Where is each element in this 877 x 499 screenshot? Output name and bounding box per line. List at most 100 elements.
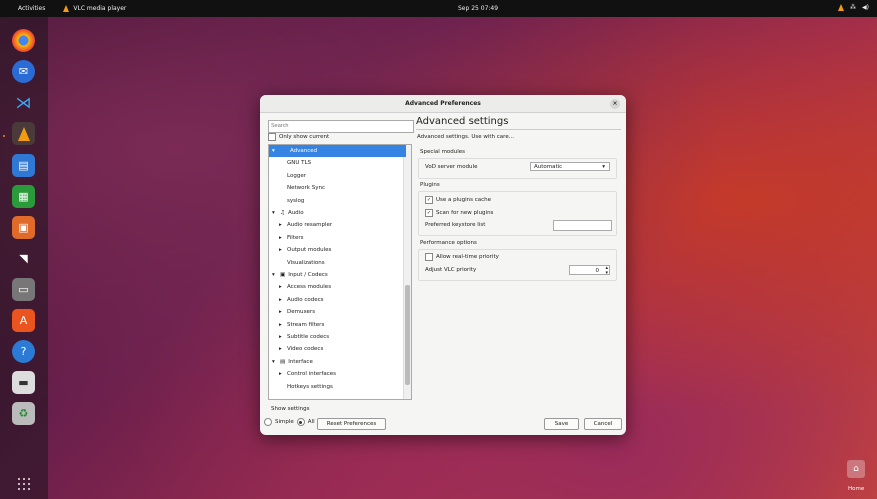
tree-item[interactable]: Hotkeys settings: [269, 381, 411, 393]
tree-item[interactable]: ▸ Filters: [269, 232, 411, 244]
home-folder-icon[interactable]: ⌂: [847, 460, 865, 478]
tree-item-label: Audio: [287, 210, 304, 216]
expander-icon[interactable]: ▾: [272, 207, 280, 219]
tree-item[interactable]: GNU TLS: [269, 157, 411, 169]
tree-item[interactable]: ▸ Control interfaces: [269, 368, 411, 380]
all-radio[interactable]: [296, 418, 305, 426]
tree-item[interactable]: ▾ Advanced: [269, 145, 406, 157]
tree-item[interactable]: Logger: [269, 170, 411, 182]
impress-icon[interactable]: ▣: [12, 216, 35, 239]
category-tree[interactable]: ▾ Advanced GNU TLS Logger Network Sync syslog…: [268, 144, 412, 400]
tree-item[interactable]: ▸ Demuxers: [269, 306, 411, 318]
writer-icon[interactable]: ▤: [12, 154, 35, 177]
simple-label: Simple: [275, 419, 294, 425]
expander-icon[interactable]: ▸: [279, 319, 287, 331]
realtime-option[interactable]: Allow real-time priority: [425, 253, 499, 261]
tree-item[interactable]: ▸ Audio resampler: [269, 219, 411, 231]
only-show-current[interactable]: Only show current: [268, 133, 329, 141]
category-icon: ▤: [280, 358, 286, 365]
tree-item[interactable]: syslog: [269, 195, 411, 207]
keystore-input[interactable]: [553, 220, 612, 231]
advanced-preferences-dialog: Advanced Preferences × Only show current…: [260, 95, 626, 435]
save-button[interactable]: Save: [544, 418, 579, 430]
activities-button[interactable]: Activities: [18, 5, 45, 12]
expander-icon[interactable]: ▾: [272, 145, 280, 157]
spin-arrows-icon[interactable]: ▴ ▾: [605, 266, 608, 276]
realtime-checkbox[interactable]: [425, 253, 433, 261]
tree-item[interactable]: ▸ Video codecs: [269, 343, 411, 355]
tree-item[interactable]: ▸ Stream filters: [269, 319, 411, 331]
simple-radio[interactable]: [264, 418, 272, 426]
expander-icon[interactable]: ▸: [279, 219, 287, 231]
system-tray[interactable]: ⁂ ◀): [838, 4, 869, 11]
scan-plugins-label: Scan for new plugins: [436, 210, 494, 216]
heading-divider: [416, 129, 621, 130]
expander-icon[interactable]: ▸: [279, 244, 287, 256]
expander-icon[interactable]: ▸: [279, 306, 287, 318]
only-show-checkbox[interactable]: [268, 133, 276, 141]
vlc-dock-icon[interactable]: [12, 122, 35, 145]
screenshot-icon[interactable]: ◥: [12, 247, 35, 270]
tree-item-label: Demuxers: [287, 309, 316, 316]
show-apps-button[interactable]: [18, 478, 30, 490]
expander-icon[interactable]: ▾: [272, 356, 280, 368]
tree-item[interactable]: ▾ ♫ Audio: [269, 207, 406, 219]
tree-item[interactable]: ▸ Access modules: [269, 281, 411, 293]
show-settings-radios: Simple All: [264, 418, 315, 426]
volume-icon: ◀): [862, 4, 869, 11]
tree-item[interactable]: Visualizations: [269, 257, 411, 269]
tree-item[interactable]: ▸ Output modules: [269, 244, 411, 256]
tree-item-label: Audio resampler: [287, 222, 333, 229]
expander-icon[interactable]: ▸: [279, 368, 287, 380]
special-modules-label: Special modules: [420, 149, 466, 155]
scan-plugins-checkbox[interactable]: ✓: [425, 209, 433, 217]
vod-dropdown[interactable]: Automatic ▾: [530, 162, 610, 171]
reset-preferences-button[interactable]: Reset Preferences: [317, 418, 386, 430]
realtime-label: Allow real-time priority: [436, 254, 499, 260]
vlc-tray-icon[interactable]: [838, 4, 845, 11]
disk-icon[interactable]: ▬: [12, 371, 35, 394]
expander-icon[interactable]: ▸: [279, 331, 287, 343]
tree-item[interactable]: ▸ Audio codecs: [269, 294, 411, 306]
tree-item-label: syslog: [287, 197, 305, 204]
help-icon[interactable]: ?: [12, 340, 35, 363]
priority-spinbox[interactable]: 0 ▴ ▾: [569, 265, 610, 276]
search-input[interactable]: [268, 120, 414, 133]
keystore-label: Preferred keystore list: [425, 222, 486, 228]
tree-item[interactable]: ▾ ▤ Interface: [269, 356, 406, 368]
use-cache-label: Use a plugins cache: [436, 197, 492, 203]
tree-item-label: Audio codecs: [287, 296, 324, 303]
tree-item[interactable]: Network Sync: [269, 182, 411, 194]
close-button[interactable]: ×: [610, 99, 620, 109]
tree-item-label: Stream filters: [287, 321, 325, 328]
tree-item[interactable]: ▾ ▣ Input / Codecs: [269, 269, 406, 281]
use-cache-checkbox[interactable]: ✓: [425, 196, 433, 204]
vlc-icon: [63, 5, 70, 12]
tree-item-label: Network Sync: [287, 185, 325, 192]
panel-heading: Advanced settings: [416, 116, 509, 127]
thunderbird-icon[interactable]: ✉: [12, 60, 35, 83]
software-icon[interactable]: A: [12, 309, 35, 332]
use-cache-option[interactable]: ✓ Use a plugins cache: [425, 196, 491, 204]
tree-item-label: Logger: [287, 172, 306, 179]
calc-icon[interactable]: ▦: [12, 185, 35, 208]
expander-icon[interactable]: ▸: [279, 294, 287, 306]
vscode-icon[interactable]: ⋊: [12, 91, 35, 114]
app-menu[interactable]: VLC media player: [63, 5, 126, 12]
cancel-button[interactable]: Cancel: [584, 418, 622, 430]
expander-icon[interactable]: ▸: [279, 281, 287, 293]
chrome-icon[interactable]: [12, 29, 35, 52]
expander-icon[interactable]: ▾: [272, 269, 280, 281]
plugins-label: Plugins: [420, 182, 440, 188]
files-icon[interactable]: ▭: [12, 278, 35, 301]
tree-item[interactable]: ▸ Subtitle codecs: [269, 331, 411, 343]
vod-label: VoD server module: [425, 164, 478, 170]
trash-icon[interactable]: ♻: [12, 402, 35, 425]
only-show-label: Only show current: [279, 134, 330, 140]
clock[interactable]: Sep 25 07:49: [458, 5, 498, 12]
expander-icon[interactable]: ▸: [279, 343, 287, 355]
vod-value: Automatic: [534, 164, 563, 170]
scan-plugins-option[interactable]: ✓ Scan for new plugins: [425, 209, 493, 217]
tree-item-label: Video codecs: [287, 346, 324, 353]
expander-icon[interactable]: ▸: [279, 232, 287, 244]
